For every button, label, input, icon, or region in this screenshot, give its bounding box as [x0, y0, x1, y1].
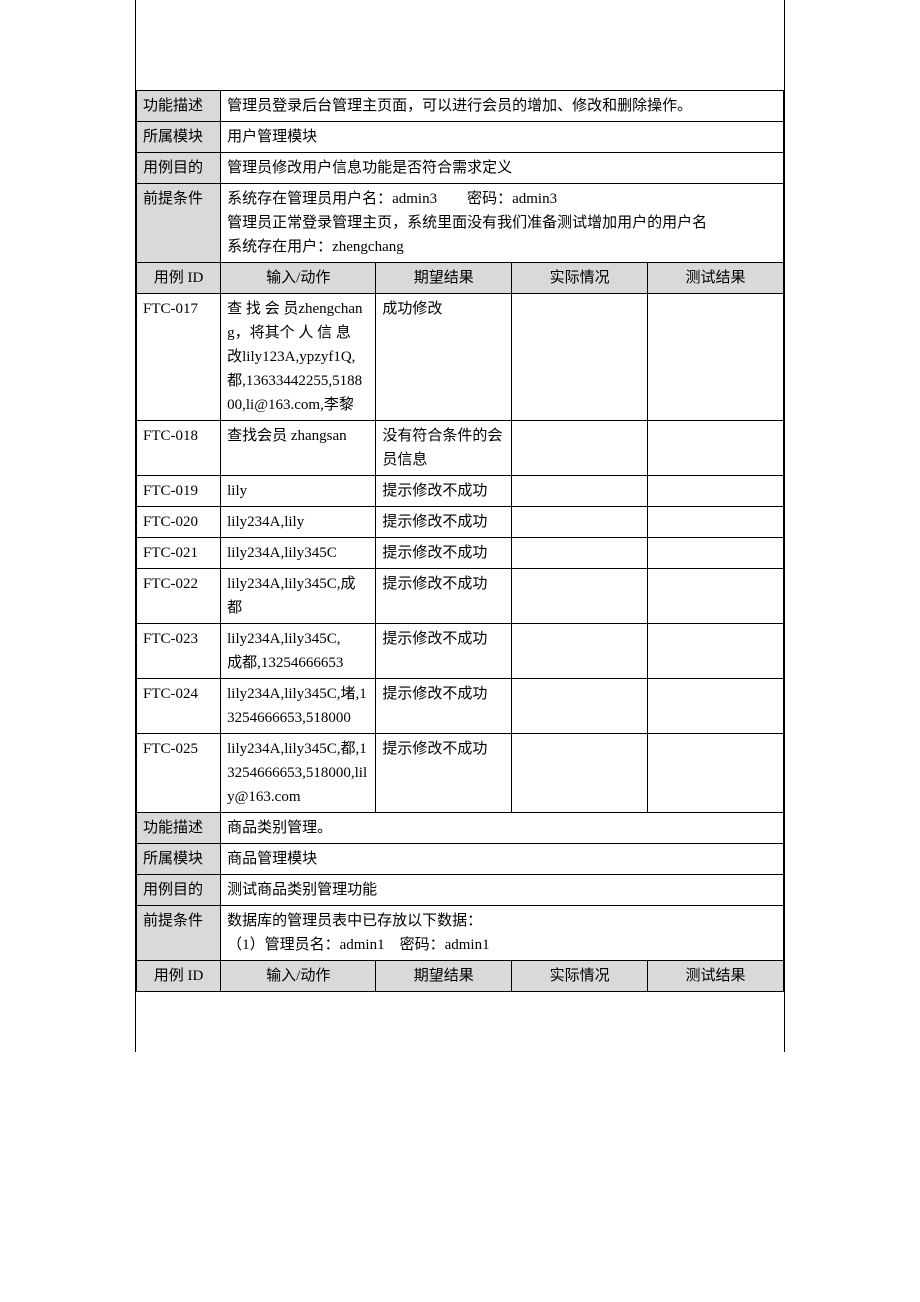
table-row: FTC-025 lily234A,lily345C,都,13254666653,…: [137, 734, 784, 813]
case-input: lily: [221, 476, 376, 507]
value-module: 用户管理模块: [221, 122, 784, 153]
case-id: FTC-022: [137, 569, 221, 624]
label-precond-2: 前提条件: [137, 906, 221, 961]
col-input: 输入/动作: [221, 263, 376, 294]
case-expect: 提示修改不成功: [376, 476, 512, 507]
label-purpose: 用例目的: [137, 153, 221, 184]
case-expect: 提示修改不成功: [376, 679, 512, 734]
table-row: FTC-023 lily234A,lily345C, 成都,1325466665…: [137, 624, 784, 679]
case-id: FTC-020: [137, 507, 221, 538]
col-id: 用例 ID: [137, 263, 221, 294]
case-id: FTC-023: [137, 624, 221, 679]
case-input: 查 找 会 员zhengchang，将其个 人 信 息 改lily123A,yp…: [221, 294, 376, 421]
label-module: 所属模块: [137, 122, 221, 153]
case-expect: 没有符合条件的会员信息: [376, 421, 512, 476]
precond-line3: 系统存在用户：zhengchang: [227, 239, 404, 255]
case-actual: [512, 624, 648, 679]
precond-line2: 管理员正常登录管理主页，系统里面没有我们准备测试增加用户的用户名: [227, 215, 707, 231]
col-expect: 期望结果: [376, 263, 512, 294]
case-result: [648, 294, 784, 421]
label-precond: 前提条件: [137, 184, 221, 263]
case-actual: [512, 679, 648, 734]
label-funcdesc-2: 功能描述: [137, 813, 221, 844]
table-row: FTC-024 lily234A,lily345C,堵,13254666653,…: [137, 679, 784, 734]
case-result: [648, 624, 784, 679]
case-input: lily234A,lily345C,都,13254666653,518000,l…: [221, 734, 376, 813]
case-input: lily234A,lily345C,成都: [221, 569, 376, 624]
case-id: FTC-024: [137, 679, 221, 734]
label-module-2: 所属模块: [137, 844, 221, 875]
table-row: FTC-018 查找会员 zhangsan 没有符合条件的会员信息: [137, 421, 784, 476]
col-expect-2: 期望结果: [376, 961, 512, 992]
col-actual: 实际情况: [512, 263, 648, 294]
value-precond: 系统存在管理员用户名：admin3 密码：admin3 管理员正常登录管理主页，…: [221, 184, 784, 263]
col-input-2: 输入/动作: [221, 961, 376, 992]
case-actual: [512, 569, 648, 624]
case-result: [648, 734, 784, 813]
case-id: FTC-021: [137, 538, 221, 569]
case-actual: [512, 734, 648, 813]
case-actual: [512, 476, 648, 507]
value-module-2: 商品管理模块: [221, 844, 784, 875]
case-input: lily234A,lily345C: [221, 538, 376, 569]
value-funcdesc-2: 商品类别管理。: [221, 813, 784, 844]
case-actual: [512, 421, 648, 476]
case-expect: 提示修改不成功: [376, 624, 512, 679]
case-result: [648, 679, 784, 734]
case-expect: 提示修改不成功: [376, 538, 512, 569]
case-result: [648, 507, 784, 538]
case-result: [648, 569, 784, 624]
case-expect: 成功修改: [376, 294, 512, 421]
precond-line1: 系统存在管理员用户名：admin3 密码：admin3: [227, 191, 557, 207]
case-input: 查找会员 zhangsan: [221, 421, 376, 476]
case-id: FTC-019: [137, 476, 221, 507]
case-result: [648, 421, 784, 476]
table-row: FTC-017 查 找 会 员zhengchang，将其个 人 信 息 改lil…: [137, 294, 784, 421]
table-row: FTC-021 lily234A,lily345C 提示修改不成功: [137, 538, 784, 569]
value-purpose: 管理员修改用户信息功能是否符合需求定义: [221, 153, 784, 184]
case-id: FTC-025: [137, 734, 221, 813]
table-row: FTC-020 lily234A,lily 提示修改不成功: [137, 507, 784, 538]
case-id: FTC-017: [137, 294, 221, 421]
col-actual-2: 实际情况: [512, 961, 648, 992]
case-id: FTC-018: [137, 421, 221, 476]
value-funcdesc: 管理员登录后台管理主页面，可以进行会员的增加、修改和删除操作。: [221, 91, 784, 122]
case-input: lily234A,lily: [221, 507, 376, 538]
precond2-line1: 数据库的管理员表中已存放以下数据：: [227, 913, 482, 929]
case-expect: 提示修改不成功: [376, 507, 512, 538]
test-case-table: 功能描述 管理员登录后台管理主页面，可以进行会员的增加、修改和删除操作。 所属模…: [136, 90, 784, 992]
case-expect: 提示修改不成功: [376, 569, 512, 624]
case-result: [648, 476, 784, 507]
label-purpose-2: 用例目的: [137, 875, 221, 906]
table-row: FTC-022 lily234A,lily345C,成都 提示修改不成功: [137, 569, 784, 624]
table-row: FTC-019 lily 提示修改不成功: [137, 476, 784, 507]
col-result-2: 测试结果: [648, 961, 784, 992]
case-input: lily234A,lily345C,堵,13254666653,518000: [221, 679, 376, 734]
col-id-2: 用例 ID: [137, 961, 221, 992]
value-purpose-2: 测试商品类别管理功能: [221, 875, 784, 906]
case-actual: [512, 507, 648, 538]
case-actual: [512, 538, 648, 569]
case-expect: 提示修改不成功: [376, 734, 512, 813]
col-result: 测试结果: [648, 263, 784, 294]
label-funcdesc: 功能描述: [137, 91, 221, 122]
case-input: lily234A,lily345C, 成都,13254666653: [221, 624, 376, 679]
precond2-line2: （1）管理员名：admin1 密码：admin1: [227, 937, 490, 953]
value-precond-2: 数据库的管理员表中已存放以下数据： （1）管理员名：admin1 密码：admi…: [221, 906, 784, 961]
case-result: [648, 538, 784, 569]
case-actual: [512, 294, 648, 421]
